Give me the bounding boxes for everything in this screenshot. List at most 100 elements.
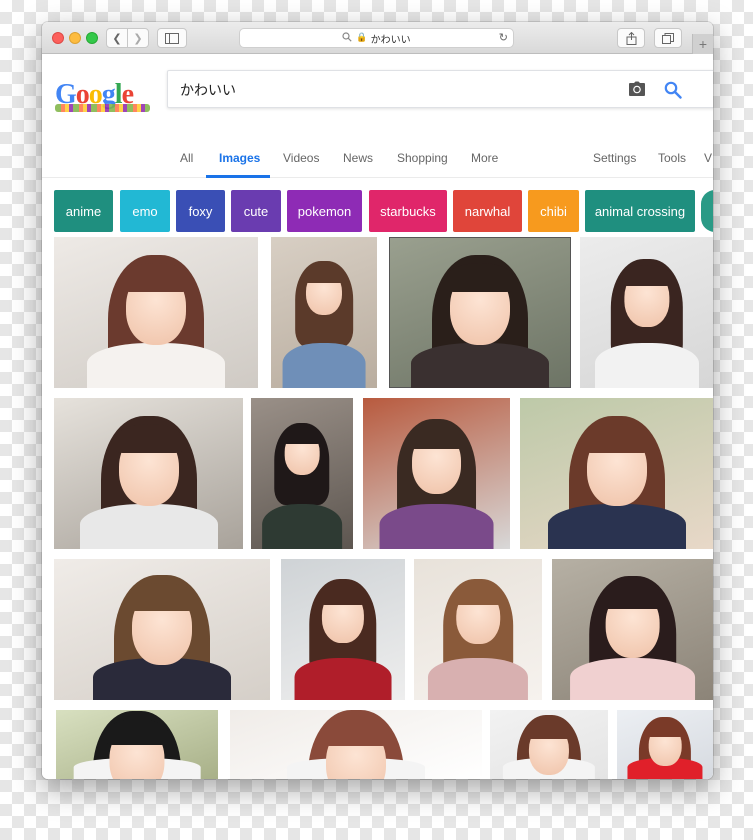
- doodle-decoration: [55, 104, 150, 112]
- photo-body: [411, 342, 549, 388]
- image-result-thumbnail[interactable]: [389, 237, 571, 388]
- chip-chibi[interactable]: chibi: [528, 190, 579, 232]
- photo-bangs: [282, 427, 322, 444]
- chip-label: anime: [65, 203, 102, 219]
- chip-cute[interactable]: cute: [231, 190, 281, 232]
- tab-shopping[interactable]: Shopping: [397, 151, 448, 165]
- show-tabs-button[interactable]: [654, 28, 682, 48]
- photo-bangs: [106, 718, 168, 745]
- plus-icon: +: [698, 36, 708, 52]
- zoom-window-button[interactable]: [86, 32, 98, 44]
- image-result-thumbnail[interactable]: [230, 710, 482, 779]
- photo-bangs: [447, 263, 513, 292]
- tab-settings[interactable]: Settings: [593, 151, 636, 165]
- search-tabs: All Images Videos News Shopping More Set…: [42, 138, 713, 178]
- browser-window: ❮ ❯ 🔒 かわいい ↻ + Google かわいい All Images Vi…: [42, 22, 713, 779]
- minimize-window-button[interactable]: [69, 32, 81, 44]
- photo-bangs: [454, 584, 502, 606]
- photo-bangs: [123, 263, 189, 292]
- image-result-thumbnail[interactable]: [54, 237, 258, 388]
- image-result-thumbnail[interactable]: [54, 559, 270, 700]
- image-result-thumbnail[interactable]: [580, 237, 713, 388]
- photo-body: [569, 657, 696, 700]
- image-result-thumbnail[interactable]: [520, 398, 713, 549]
- photo-bangs: [304, 265, 344, 283]
- photo-body: [427, 657, 529, 700]
- photo-bangs: [583, 424, 650, 453]
- chip-label: foxy: [188, 203, 213, 219]
- back-button[interactable]: ❮: [106, 28, 128, 48]
- page-content: Google All Images Videos News Shopping M…: [42, 55, 713, 779]
- photo-body: [79, 503, 218, 549]
- search-box: [167, 70, 713, 108]
- chip-anime[interactable]: anime: [54, 190, 113, 232]
- image-result-thumbnail[interactable]: [490, 710, 608, 779]
- image-result-thumbnail[interactable]: [54, 398, 243, 549]
- new-tab-button[interactable]: +: [692, 34, 713, 54]
- tab-tools[interactable]: Tools: [658, 151, 686, 165]
- search-icon[interactable]: [664, 81, 682, 99]
- tab-images[interactable]: Images: [219, 151, 260, 165]
- image-result-thumbnail[interactable]: [617, 710, 713, 779]
- tabs-overview-icon: [662, 32, 674, 44]
- chip-pokemon[interactable]: pokemon: [287, 190, 362, 232]
- photo-bangs: [526, 720, 572, 740]
- image-result-thumbnail[interactable]: [271, 237, 377, 388]
- photo-bangs: [129, 582, 195, 612]
- chip-overflow[interactable]: [701, 190, 713, 232]
- forward-button[interactable]: ❯: [127, 28, 149, 48]
- photo-body: [594, 342, 699, 388]
- chip-label: animal crossing: [594, 203, 686, 219]
- photo-bangs: [409, 425, 464, 449]
- photo-body: [547, 503, 686, 549]
- share-icon: [626, 31, 636, 45]
- chip-starbucks[interactable]: starbucks: [369, 190, 447, 232]
- chip-narwhal[interactable]: narwhal: [453, 190, 522, 232]
- photo-body: [262, 503, 342, 549]
- close-window-button[interactable]: [52, 32, 64, 44]
- image-result-thumbnail[interactable]: [363, 398, 510, 549]
- chip-label: narwhal: [464, 203, 511, 219]
- photo-bangs: [319, 584, 367, 605]
- photo-bangs: [647, 721, 683, 737]
- chip-animal-crossing[interactable]: animal crossing: [585, 190, 695, 232]
- chip-label: chibi: [540, 203, 567, 219]
- camera-icon[interactable]: [628, 81, 646, 97]
- magnifier-icon: [342, 31, 353, 45]
- reload-icon[interactable]: ↻: [499, 31, 508, 44]
- photo-body: [379, 503, 494, 549]
- tab-all[interactable]: All: [180, 151, 193, 165]
- photo-bangs: [323, 717, 389, 747]
- search-input[interactable]: [180, 81, 600, 99]
- tab-overflow[interactable]: V: [704, 151, 712, 165]
- tab-news[interactable]: News: [343, 151, 373, 165]
- image-result-thumbnail[interactable]: [281, 559, 405, 700]
- photo-body: [294, 657, 392, 700]
- chip-label: pokemon: [297, 203, 352, 219]
- chip-foxy[interactable]: foxy: [176, 190, 225, 232]
- share-button[interactable]: [617, 28, 645, 48]
- sidebar-toggle-button[interactable]: [157, 28, 187, 48]
- lock-icon: 🔒: [356, 33, 368, 43]
- google-doodle-logo[interactable]: Google: [55, 80, 150, 112]
- tab-more[interactable]: More: [471, 151, 498, 165]
- address-bar[interactable]: 🔒 かわいい ↻: [239, 28, 514, 48]
- image-result-thumbnail[interactable]: [56, 710, 218, 779]
- chip-label: emo: [132, 203, 158, 219]
- active-tab-indicator: [206, 175, 270, 178]
- chip-emo[interactable]: emo: [120, 190, 170, 232]
- chevron-right-icon: ❯: [133, 31, 143, 45]
- photo-bangs: [602, 583, 663, 610]
- photo-bangs: [115, 424, 182, 453]
- sidebar-icon: [165, 32, 179, 44]
- photo-body: [282, 342, 366, 388]
- image-result-thumbnail[interactable]: [414, 559, 542, 700]
- photo-bangs: [621, 264, 672, 287]
- chevron-left-icon: ❮: [112, 31, 122, 45]
- image-result-thumbnail[interactable]: [552, 559, 713, 700]
- tab-videos[interactable]: Videos: [283, 151, 319, 165]
- address-text: かわいい: [370, 34, 411, 46]
- related-search-chips: anime emo foxy cute pokemon starbucks na…: [54, 190, 713, 232]
- chip-label: cute: [243, 203, 269, 219]
- image-result-thumbnail[interactable]: [251, 398, 353, 549]
